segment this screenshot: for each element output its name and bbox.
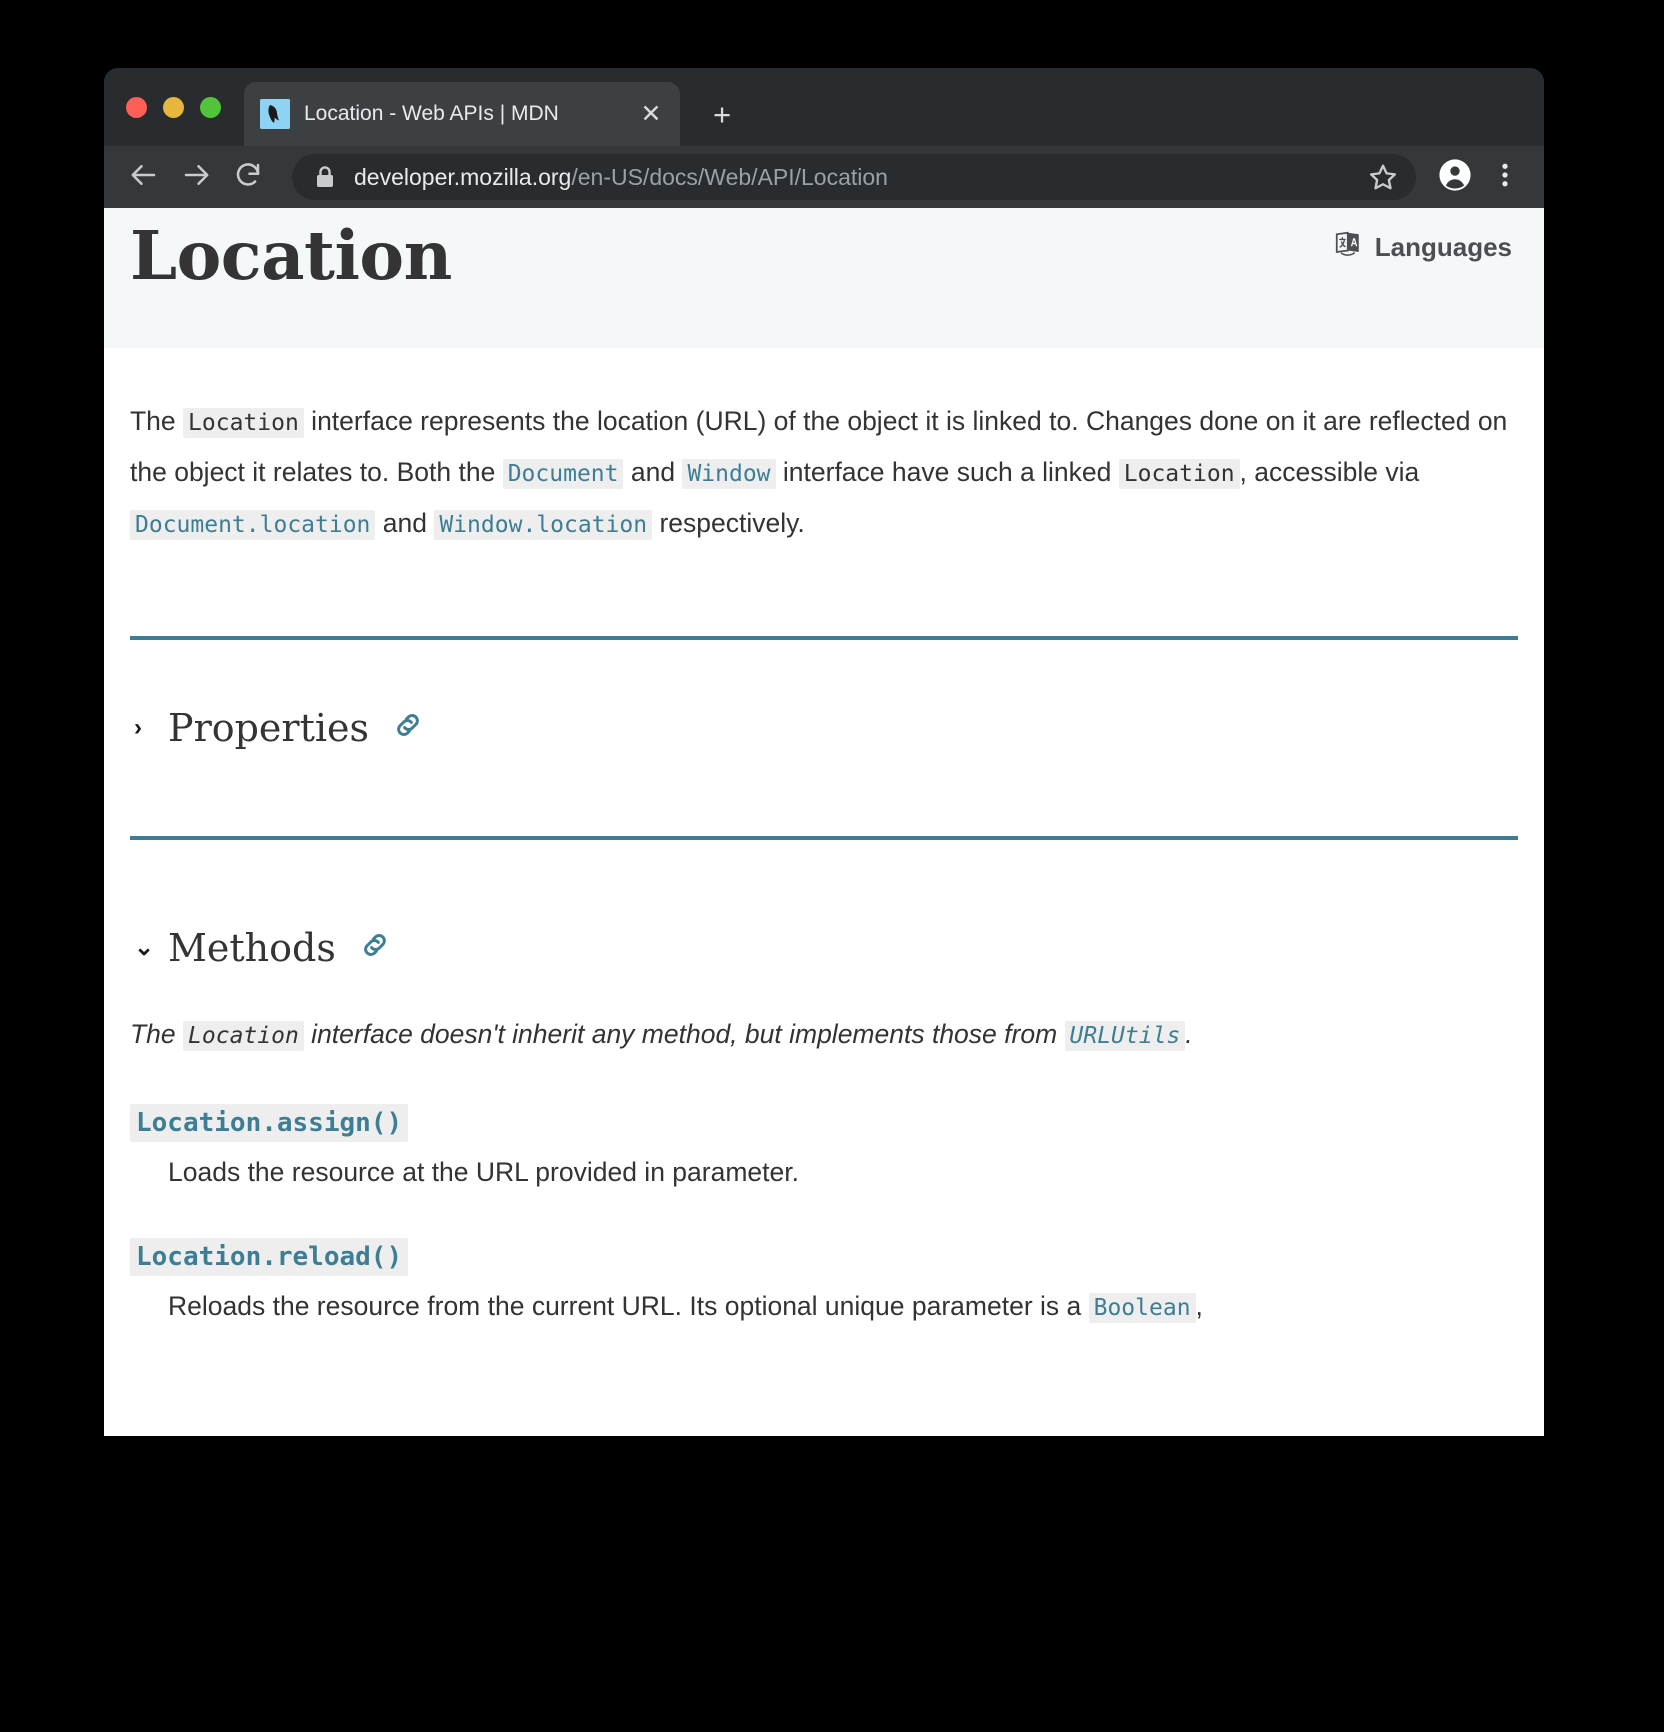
address-bar[interactable]: developer.mozilla.org/en-US/docs/Web/API… <box>292 154 1416 200</box>
section-title-methods: Methods <box>168 926 336 970</box>
translate-icon <box>1334 230 1364 265</box>
intro-code-document-location[interactable]: Document.location <box>130 510 376 540</box>
intro-seg6: and <box>375 508 435 538</box>
three-dot-menu-icon <box>1492 160 1518 195</box>
chevron-right-icon[interactable]: › <box>134 716 152 740</box>
window-minimize-button[interactable] <box>163 97 184 118</box>
star-icon[interactable] <box>1368 162 1398 192</box>
chevron-down-icon[interactable]: ⌄ <box>134 936 154 960</box>
section-heading-methods[interactable]: ⌄ Methods <box>130 926 1518 970</box>
page-title: Location <box>130 216 452 295</box>
methods-note: The Location interface doesn't inherit a… <box>130 970 1518 1058</box>
back-arrow-icon <box>129 160 159 195</box>
section-title-properties: Properties <box>168 706 370 750</box>
page-body: The Location interface represents the lo… <box>104 348 1544 1328</box>
browser-toolbar: developer.mozilla.org/en-US/docs/Web/API… <box>104 146 1544 208</box>
browser-tab-title: Location - Web APIs | MDN <box>304 102 559 125</box>
intro-seg3: and <box>623 457 683 487</box>
browser-tab-active[interactable]: Location - Web APIs | MDN ✕ <box>244 82 680 146</box>
method-signature-assign[interactable]: Location.assign() <box>130 1104 409 1142</box>
lock-icon <box>314 165 336 189</box>
profile-avatar-icon <box>1438 158 1472 197</box>
languages-button[interactable]: Languages <box>1334 230 1512 265</box>
intro-code-location-2: Location <box>1118 459 1240 489</box>
reload-desc-seg1: Reloads the resource from the current UR… <box>168 1291 1089 1321</box>
method-description-reload: Reloads the resource from the current UR… <box>168 1286 1518 1328</box>
window-close-button[interactable] <box>126 97 147 118</box>
reload-desc-code-boolean[interactable]: Boolean <box>1088 1293 1196 1323</box>
back-button[interactable] <box>118 155 170 199</box>
browser-window: Location - Web APIs | MDN ✕ + developer.… <box>104 68 1544 1436</box>
window-maximize-button[interactable] <box>200 97 221 118</box>
window-traffic-lights <box>126 97 221 118</box>
note-seg1: The <box>130 1019 184 1049</box>
address-bar-url: developer.mozilla.org/en-US/docs/Web/API… <box>354 164 1368 191</box>
section-heading-properties[interactable]: › Properties <box>130 706 1518 750</box>
intro-seg7: respectively. <box>652 508 805 538</box>
link-icon[interactable] <box>358 928 392 962</box>
new-tab-button[interactable]: + <box>704 98 740 134</box>
intro-code-window[interactable]: Window <box>682 459 776 489</box>
method-term-reload: Location.reload() <box>130 1238 1518 1276</box>
note-code-urlutils[interactable]: URLUtils <box>1064 1021 1186 1051</box>
intro-code-document[interactable]: Document <box>502 459 624 489</box>
url-path: /en-US/docs/Web/API/Location <box>571 163 888 190</box>
intro-paragraph: The Location interface represents the lo… <box>130 348 1518 550</box>
method-term-assign: Location.assign() <box>130 1104 1518 1142</box>
intro-seg5: , accessible via <box>1239 457 1420 487</box>
tab-strip: Location - Web APIs | MDN ✕ + <box>104 68 1544 146</box>
method-signature-reload[interactable]: Location.reload() <box>130 1238 409 1276</box>
link-icon[interactable] <box>391 708 425 742</box>
forward-arrow-icon <box>181 160 211 195</box>
methods-list: Location.assign() Loads the resource at … <box>130 1104 1518 1328</box>
profile-avatar[interactable] <box>1430 154 1480 200</box>
languages-label: Languages <box>1374 232 1512 262</box>
url-host: developer.mozilla.org <box>354 163 572 190</box>
reload-button[interactable] <box>222 155 274 199</box>
reload-arrow-icon <box>233 160 263 195</box>
note-seg3: . <box>1185 1019 1193 1049</box>
intro-seg4: interface have such a linked <box>775 457 1119 487</box>
page-viewport: Location Languages The Location interfac… <box>104 208 1544 1436</box>
method-description-assign: Loads the resource at the URL provided i… <box>168 1157 799 1187</box>
intro-code-location-1: Location <box>183 408 304 438</box>
intro-seg1: The <box>130 406 184 436</box>
tab-close-icon[interactable]: ✕ <box>636 101 666 127</box>
reload-desc-seg2: , <box>1195 1291 1203 1321</box>
forward-button[interactable] <box>170 155 222 199</box>
page-header: Location Languages <box>104 208 1544 348</box>
browser-menu-button[interactable] <box>1480 154 1530 200</box>
intro-code-window-location[interactable]: Window.location <box>434 510 653 540</box>
note-seg2: interface doesn't inherit any method, bu… <box>303 1019 1065 1049</box>
mdn-favicon <box>260 99 290 129</box>
note-code-location: Location <box>183 1021 304 1051</box>
